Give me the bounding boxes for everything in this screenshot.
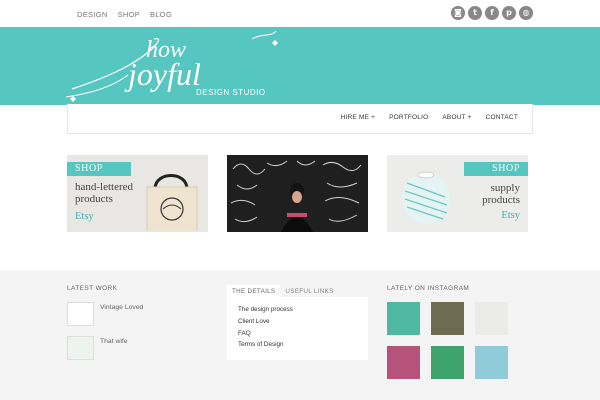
- link-client-love[interactable]: Client Love: [238, 316, 357, 328]
- instagram-title: LATELY ON INSTAGRAM: [387, 285, 470, 292]
- header-banner: how joyful DESIGN STUDIO: [0, 27, 600, 105]
- shop-tag: SHOP: [464, 162, 528, 176]
- link-terms[interactable]: Terms of Design: [238, 339, 357, 351]
- work-title[interactable]: Vintage Loved: [100, 302, 143, 326]
- instagram-photo[interactable]: [475, 346, 508, 379]
- tab-panel: The design process Client Love FAQ Terms…: [227, 297, 368, 360]
- top-bar: DESIGN SHOP BLOG ◙ t f p ◍: [0, 0, 600, 27]
- logo-subtitle: DESIGN STUDIO: [196, 88, 266, 97]
- instagram-icon[interactable]: ◙: [451, 6, 465, 20]
- main-nav: HIRE ME + PORTFOLIO ABOUT + CONTACT: [341, 114, 518, 121]
- nav-contact[interactable]: CONTACT: [486, 114, 518, 121]
- link-faq[interactable]: FAQ: [238, 328, 357, 340]
- etsy-link[interactable]: Etsy: [75, 211, 94, 222]
- promo-title-line2: products: [482, 194, 520, 206]
- thumbnail: [67, 302, 94, 326]
- instagram-photo[interactable]: [387, 302, 420, 335]
- work-title[interactable]: That wife: [100, 336, 128, 360]
- site-logo[interactable]: how joyful DESIGN STUDIO: [62, 27, 282, 105]
- promo-title-line1: supply: [490, 182, 520, 194]
- latest-work-item[interactable]: That wife: [67, 336, 128, 360]
- promo-title-line2: products: [75, 193, 113, 205]
- tab-useful-links[interactable]: USEFUL LINKS: [280, 285, 338, 297]
- latest-work-item[interactable]: Vintage Loved: [67, 302, 143, 326]
- promo-lettering-photo[interactable]: [227, 155, 368, 232]
- tote-bag-image: [146, 174, 198, 231]
- chalkboard-lettering-image: [227, 155, 368, 232]
- nav-hire-me[interactable]: HIRE ME +: [341, 114, 376, 121]
- instagram-photo[interactable]: [431, 346, 464, 379]
- top-nav: DESIGN SHOP BLOG: [77, 10, 172, 19]
- promo-hand-lettered-products[interactable]: SHOP hand-lettered products Etsy: [67, 155, 208, 232]
- shop-tag: SHOP: [67, 162, 131, 176]
- top-nav-shop[interactable]: SHOP: [118, 10, 140, 19]
- nav-portfolio[interactable]: PORTFOLIO: [389, 114, 428, 121]
- pinterest-icon[interactable]: p: [502, 6, 516, 20]
- top-nav-design[interactable]: DESIGN: [77, 10, 108, 19]
- instagram-photo[interactable]: [475, 302, 508, 335]
- twitter-icon[interactable]: t: [468, 6, 482, 20]
- tab-the-details[interactable]: THE DETAILS: [227, 285, 281, 297]
- instagram-photo[interactable]: [387, 346, 420, 379]
- etsy-link[interactable]: Etsy: [501, 210, 520, 221]
- dribbble-icon[interactable]: ◍: [519, 6, 533, 20]
- details-tabs: THE DETAILS USEFUL LINKS The design proc…: [227, 285, 368, 360]
- nav-about[interactable]: ABOUT +: [442, 114, 471, 121]
- twine-spool-image: [402, 171, 450, 224]
- link-design-process[interactable]: The design process: [238, 304, 357, 316]
- social-links: ◙ t f p ◍: [451, 6, 533, 20]
- promo-title-line1: hand-lettered: [75, 181, 134, 193]
- facebook-icon[interactable]: f: [485, 6, 499, 20]
- tab-strip: THE DETAILS USEFUL LINKS: [227, 285, 368, 297]
- logo-joyful: joyful: [124, 56, 201, 92]
- promo-supply-products[interactable]: SHOP supply products Etsy: [387, 155, 528, 232]
- instagram-photo[interactable]: [431, 302, 464, 335]
- top-nav-blog[interactable]: BLOG: [150, 10, 172, 19]
- latest-work-title: LATEST WORK: [67, 285, 118, 292]
- thumbnail: [67, 336, 94, 360]
- main-nav-bar: HIRE ME + PORTFOLIO ABOUT + CONTACT: [67, 104, 533, 134]
